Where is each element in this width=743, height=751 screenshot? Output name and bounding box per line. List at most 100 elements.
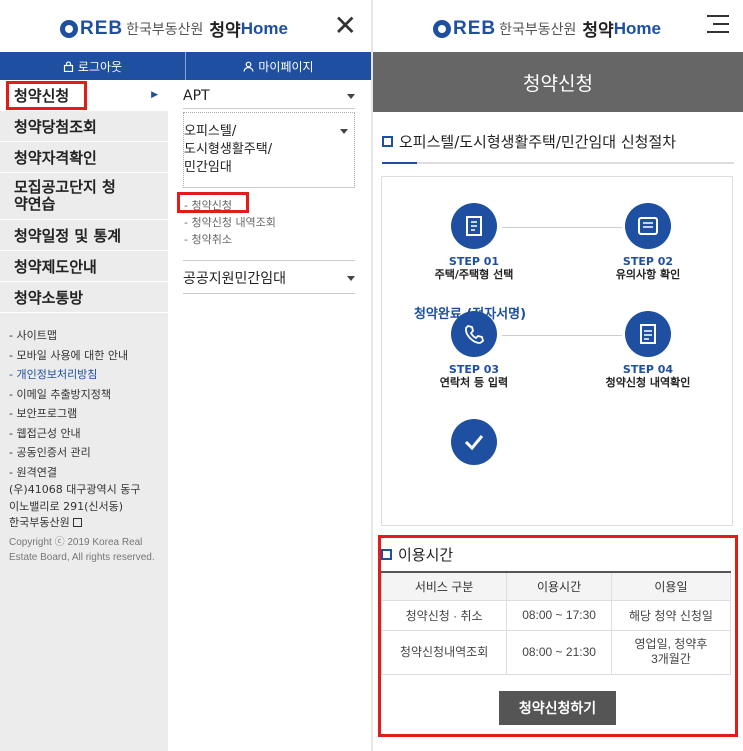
step-1: STEP 01 주택/주택형 선택 bbox=[404, 203, 544, 281]
table-cell: 08:00 ~ 17:30 bbox=[506, 599, 612, 631]
usage-table: 서비스 구분 이용시간 이용일 청약신청 · 취소 08:00 ~ 17:30 … bbox=[380, 571, 732, 675]
footer-links: - 사이트맵 - 모바일 사용에 대한 안내 - 개인정보처리방침 - 이메일 … bbox=[9, 326, 165, 482]
table-cell: 08:00 ~ 21:30 bbox=[506, 629, 612, 675]
logo-reb: REB bbox=[80, 17, 124, 39]
address-line: (우)41068 대구광역시 동구 bbox=[9, 483, 141, 496]
link-accessibility[interactable]: - 웹접근성 안내 bbox=[9, 424, 165, 444]
apply-button[interactable]: 청약신청하기 bbox=[499, 691, 616, 725]
step-number: STEP 04 bbox=[622, 363, 674, 376]
sublink-history[interactable]: - 청약신청 내역조회 bbox=[184, 214, 276, 231]
link-mobile-guide[interactable]: - 모바일 사용에 대한 안내 bbox=[9, 346, 165, 366]
step-number: STEP 01 bbox=[448, 255, 500, 268]
column-header: 이용시간 bbox=[506, 571, 612, 601]
close-icon[interactable]: ✕ bbox=[334, 12, 357, 40]
section-underline bbox=[382, 162, 734, 164]
address: (우)41068 대구광역시 동구 이노밸리로 291(신서동) 한국부동산원 bbox=[9, 482, 165, 532]
procedure-steps: STEP 01 주택/주택형 선택 STEP 02 유의사항 확인 STEP 0… bbox=[381, 176, 733, 526]
logout-button[interactable]: 로그아웃 bbox=[0, 52, 185, 80]
logo-mark-icon bbox=[60, 19, 78, 38]
step-number: STEP 03 bbox=[448, 363, 500, 376]
link-sitemap[interactable]: - 사이트맵 bbox=[9, 326, 165, 346]
link-security-program[interactable]: - 보안프로그램 bbox=[9, 404, 165, 424]
mypage-button[interactable]: 마이페이지 bbox=[185, 52, 371, 80]
org-link[interactable]: 한국부동산원 bbox=[9, 515, 165, 532]
chevron-down-icon bbox=[340, 129, 348, 134]
table-header-row: 서비스 구분 이용시간 이용일 bbox=[380, 571, 732, 601]
menu-label: 모집공고단지 청약연습 bbox=[14, 178, 116, 213]
step-description: 유의사항 확인 bbox=[615, 268, 681, 281]
menu-item-qualification[interactable]: 청약자격확인 bbox=[0, 142, 168, 173]
chevron-down-icon bbox=[347, 275, 355, 281]
page-title: 청약신청 bbox=[373, 52, 743, 112]
step-number: STEP 02 bbox=[622, 255, 674, 268]
section-title-text: 오피스텔/도시형생활주택/민간임대 신청절차 bbox=[399, 133, 677, 151]
step-complete bbox=[404, 419, 544, 471]
table-cell: 영업일, 청약후 3개월간 bbox=[610, 629, 732, 675]
submenu-apt[interactable]: APT bbox=[183, 88, 355, 104]
menu-label: 청약소통방 bbox=[14, 288, 84, 307]
step-complete-label: 청약완료 (전자서명) bbox=[413, 307, 527, 322]
section-title: 오피스텔/도시형생활주택/민간임대 신청절차 bbox=[382, 131, 676, 152]
logo-home: Home bbox=[240, 18, 288, 38]
table-row: 청약신청 · 취소 08:00 ~ 17:30 해당 청약 신청일 bbox=[380, 599, 732, 631]
menu-item-schedule[interactable]: 청약일정 및 통계 bbox=[0, 220, 168, 251]
logout-label: 로그아웃 bbox=[77, 59, 123, 74]
table-cell: 청약신청 · 취소 bbox=[380, 599, 508, 631]
menu-label: 청약자격확인 bbox=[14, 148, 97, 167]
user-icon bbox=[243, 61, 254, 72]
content-panel: REB 한국부동산원 청약 Home 청약신청 오피스텔/도시형생활주택/민간임… bbox=[373, 0, 743, 751]
step-description: 청약신청 내역확인 bbox=[605, 376, 691, 389]
menu-panel: REB 한국부동산원 청약 Home ✕ 로그아웃 마이페이지 청약신청 ▶ 청약… bbox=[0, 0, 371, 751]
table-cell: 청약신청내역조회 bbox=[380, 629, 508, 675]
link-privacy[interactable]: - 개인정보처리방침 bbox=[9, 365, 165, 385]
submenu-apt-label: APT bbox=[183, 88, 210, 104]
checkmark-icon bbox=[451, 419, 497, 465]
menu-item-community[interactable]: 청약소통방 bbox=[0, 282, 168, 313]
checklist-icon bbox=[625, 311, 671, 357]
menu-item-winner-check[interactable]: 청약당첨조회 bbox=[0, 111, 168, 142]
menu-label: 청약일정 및 통계 bbox=[14, 226, 122, 245]
submenu-officetel-label: 오피스텔/ 도시형생활주택/ 민간임대 bbox=[184, 124, 273, 175]
address-line: 이노밸리로 291(신서동) bbox=[9, 499, 124, 513]
column-header: 이용일 bbox=[610, 571, 732, 601]
chevron-down-icon bbox=[347, 93, 355, 99]
notice-icon bbox=[625, 203, 671, 249]
site-logo[interactable]: REB 한국부동산원 청약 Home bbox=[433, 16, 661, 41]
link-certificate[interactable]: - 공동인증서 관리 bbox=[9, 443, 165, 463]
logo-home: Home bbox=[613, 18, 661, 38]
logo-reb: REB bbox=[453, 17, 497, 39]
step-2: STEP 02 유의사항 확인 bbox=[578, 203, 718, 281]
menu-label: 청약제도안내 bbox=[14, 257, 97, 276]
link-email-policy[interactable]: - 이메일 추출방지정책 bbox=[9, 385, 165, 405]
square-bullet-icon bbox=[382, 136, 393, 147]
usage-title: 이용시간 bbox=[381, 544, 453, 565]
logo-org: 한국부동산원 bbox=[499, 21, 577, 38]
menu-item-practice[interactable]: 모집공고단지 청약연습 bbox=[0, 173, 168, 220]
usage-title-text: 이용시간 bbox=[398, 546, 454, 564]
logo-org: 한국부동산원 bbox=[126, 21, 204, 38]
site-logo[interactable]: REB 한국부동산원 청약 Home bbox=[60, 16, 288, 41]
copyright: Copyright ⓒ 2019 Korea Real Estate Board… bbox=[9, 537, 155, 563]
step-description: 연락처 등 입력 bbox=[439, 376, 509, 389]
sublink-cancel[interactable]: - 청약취소 bbox=[184, 231, 276, 248]
submenu-public[interactable]: 공공지원민간임대 bbox=[183, 268, 355, 288]
highlight-box bbox=[177, 192, 249, 213]
menu-item-guide[interactable]: 청약제도안내 bbox=[0, 251, 168, 282]
divider bbox=[183, 293, 355, 294]
square-bullet-icon bbox=[381, 549, 392, 560]
step-3: STEP 03 연락처 등 입력 bbox=[404, 311, 544, 389]
hamburger-menu-icon[interactable] bbox=[707, 15, 729, 39]
divider bbox=[183, 108, 355, 109]
divider bbox=[183, 260, 355, 261]
column-header: 서비스 구분 bbox=[380, 571, 508, 601]
menu-label: 청약당첨조회 bbox=[14, 117, 97, 136]
link-remote[interactable]: - 원격연결 bbox=[9, 463, 165, 483]
table-cell: 해당 청약 신청일 bbox=[610, 599, 732, 631]
account-bar: 로그아웃 마이페이지 bbox=[0, 52, 371, 80]
external-link-icon bbox=[73, 518, 83, 527]
highlight-box bbox=[6, 81, 87, 110]
org-name: 한국부동산원 bbox=[9, 516, 70, 529]
submenu-officetel[interactable]: 오피스텔/ 도시형생활주택/ 민간임대 bbox=[183, 112, 355, 188]
document-icon bbox=[451, 203, 497, 249]
submenu-public-label: 공공지원민간임대 bbox=[183, 271, 287, 287]
